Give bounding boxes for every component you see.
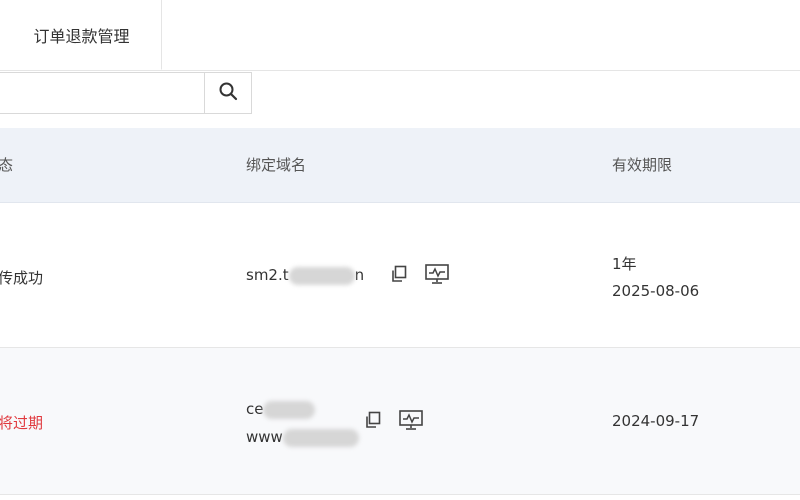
search-icon [218, 81, 238, 105]
tab-bar: 订单退款管理 [0, 0, 800, 71]
redacted-blur [282, 428, 359, 447]
bound-domain: sm2.t n [246, 266, 364, 285]
bound-domain-line-1: ce [246, 400, 316, 419]
search-button[interactable] [204, 72, 252, 114]
domain-text-prefix: sm2.t [246, 266, 289, 284]
domain-text-line-1: ce [246, 400, 264, 418]
domain-text-line-2: www [246, 428, 283, 446]
tab-order-refund-label: 订单退款管理 [33, 26, 130, 46]
status-text: 传成功 [0, 269, 44, 287]
search-input[interactable] [0, 72, 204, 114]
bound-domain-line-2: www [246, 428, 359, 447]
column-header-validity[interactable]: 有效期限 [612, 128, 672, 202]
validity-duration: 1年 [612, 255, 637, 273]
monitor-icon[interactable] [422, 261, 452, 287]
copy-icon[interactable] [386, 261, 412, 287]
validity-date: 2024-09-17 [612, 412, 700, 430]
tab-order-refund-management[interactable]: 订单退款管理 [2, 0, 162, 70]
table-row: 将过期 ce www 2024-09-17 [0, 348, 800, 495]
domain-text-suffix: n [354, 266, 365, 284]
monitor-icon[interactable] [396, 407, 426, 433]
status-text-expiring: 将过期 [0, 414, 44, 432]
column-header-domain[interactable]: 绑定域名 [246, 128, 306, 202]
redacted-blur [288, 266, 355, 285]
validity-date: 2025-08-06 [612, 282, 700, 300]
copy-icon[interactable] [360, 407, 386, 433]
redacted-blur [263, 400, 316, 419]
table-row: 传成功 sm2.t n 1年 2025-08-06 [0, 203, 800, 348]
table-header: 态 绑定域名 有效期限 [0, 128, 800, 203]
column-header-status[interactable]: 态 [0, 128, 13, 202]
